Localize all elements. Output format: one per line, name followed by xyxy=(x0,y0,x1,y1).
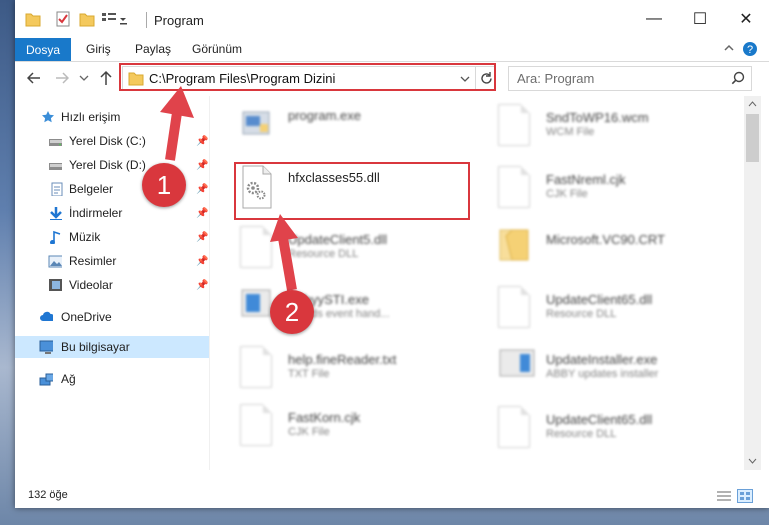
step-2-badge: 2 xyxy=(270,290,314,334)
annotation-arrows xyxy=(160,86,298,291)
step-1-badge: 1 xyxy=(142,163,186,207)
